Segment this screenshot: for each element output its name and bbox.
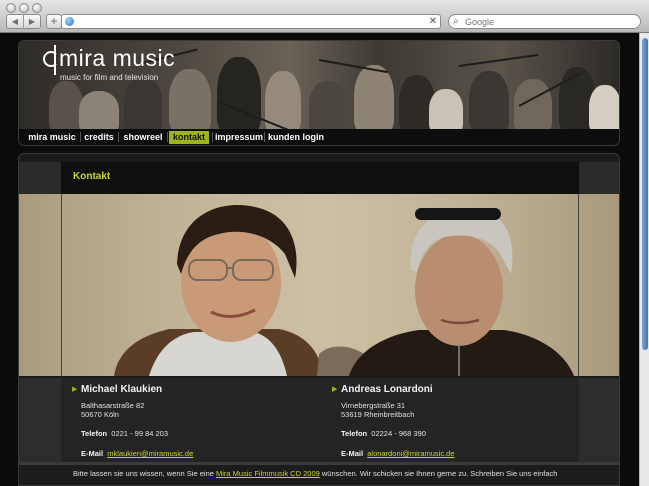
contact-section: ▶ Michael Klaukien Balthasarstraße 82 50… bbox=[19, 378, 619, 464]
search-input[interactable] bbox=[465, 16, 635, 27]
nav-item-showreel[interactable]: showreel bbox=[122, 131, 164, 144]
page-title: Kontakt bbox=[73, 171, 111, 182]
bullet-arrow-icon: ▶ bbox=[72, 386, 78, 393]
contact-address: Virnebergstraße 31 53619 Rheinbreitbach bbox=[341, 401, 581, 419]
nav-item-kontakt[interactable]: kontakt bbox=[169, 131, 209, 144]
contact-phone: Telefon 02224 - 968 390 bbox=[341, 429, 581, 438]
email-link[interactable]: alonardoni@miramusic.de bbox=[367, 449, 454, 458]
contact-phone: Telefon 0221 - 99 84 203 bbox=[81, 429, 321, 438]
email-link[interactable]: mklaukien@miramusic.de bbox=[107, 449, 193, 458]
bullet-arrow-icon: ▶ bbox=[332, 386, 338, 393]
search-bar[interactable]: ⌕ bbox=[448, 14, 641, 29]
clear-address-icon[interactable]: ✕ bbox=[429, 15, 437, 28]
contact-email: E-Mail alonardoni@miramusic.de bbox=[341, 449, 581, 458]
nav-item-kunden-login[interactable]: kunden login bbox=[268, 131, 324, 144]
logo-mark-icon bbox=[43, 51, 59, 67]
cd-request-link[interactable]: Mira Music Filmmusik CD 2009 bbox=[216, 469, 320, 478]
zoom-window-icon[interactable] bbox=[32, 3, 42, 13]
email-label: E-Mail bbox=[81, 449, 104, 458]
logo-title: mira music bbox=[59, 45, 176, 71]
contact-city: 53619 Rheinbreitbach bbox=[341, 410, 415, 419]
contact-email: E-Mail mklaukien@miramusic.de bbox=[81, 449, 321, 458]
cd-request-note: Bitte lassen sie uns wissen, wenn Sie ei… bbox=[19, 462, 619, 485]
content-panel: Kontakt ▶ Michael Klaukien Balthasarstra… bbox=[18, 153, 620, 486]
back-arrow-icon[interactable]: ◀ bbox=[7, 15, 24, 28]
forward-arrow-icon[interactable]: ▶ bbox=[24, 15, 40, 28]
address-bar[interactable]: ✕ bbox=[61, 14, 441, 29]
globe-icon bbox=[65, 17, 74, 26]
history-buttons: ◀ ▶ bbox=[6, 14, 41, 29]
browser-toolbar: ◀ ▶ + ✕ ⌕ bbox=[0, 0, 649, 33]
contact-street: Virnebergstraße 31 bbox=[341, 401, 406, 410]
page-scrollbar[interactable] bbox=[639, 33, 649, 486]
phone-label: Telefon bbox=[81, 429, 108, 438]
team-photo bbox=[19, 194, 619, 376]
main-navigation: mira music credits showreel kontakt impr… bbox=[19, 129, 619, 145]
note-text-start: Bitte lassen sie uns wissen, wenn Sie ei… bbox=[73, 469, 214, 478]
add-bookmark-button[interactable]: + bbox=[46, 14, 62, 29]
contact-card-lonardoni: ▶ Andreas Lonardoni Virnebergstraße 31 5… bbox=[332, 384, 581, 458]
orchestra-banner-image: mira music music for film and television bbox=[19, 41, 619, 137]
phone-label: Telefon bbox=[341, 429, 368, 438]
contact-name: Michael Klaukien bbox=[81, 384, 163, 395]
contact-name: Andreas Lonardoni bbox=[341, 384, 433, 395]
close-window-icon[interactable] bbox=[6, 3, 16, 13]
note-text-end: wünschen. Wir schicken sie Ihnen gerne z… bbox=[321, 469, 558, 478]
logo-subtitle: music for film and television bbox=[60, 73, 159, 82]
phone-number: 02224 - 968 390 bbox=[371, 429, 426, 438]
contact-city: 50670 Köln bbox=[81, 410, 119, 419]
title-bar: Kontakt bbox=[19, 162, 619, 194]
site-header: mira music music for film and television… bbox=[18, 40, 620, 146]
minimize-window-icon[interactable] bbox=[19, 3, 29, 13]
nav-item-mira-music[interactable]: mira music bbox=[27, 131, 77, 144]
contact-address: Balthasarstraße 82 50670 Köln bbox=[81, 401, 321, 419]
nav-item-credits[interactable]: credits bbox=[83, 131, 115, 144]
scrollbar-thumb[interactable] bbox=[642, 38, 648, 350]
contact-street: Balthasarstraße 82 bbox=[81, 401, 145, 410]
nav-item-impressum[interactable]: impressum bbox=[215, 131, 263, 144]
email-label: E-Mail bbox=[341, 449, 364, 458]
phone-number: 0221 - 99 84 203 bbox=[111, 429, 169, 438]
search-icon: ⌕ bbox=[453, 16, 459, 27]
contact-card-klaukien: ▶ Michael Klaukien Balthasarstraße 82 50… bbox=[72, 384, 321, 458]
